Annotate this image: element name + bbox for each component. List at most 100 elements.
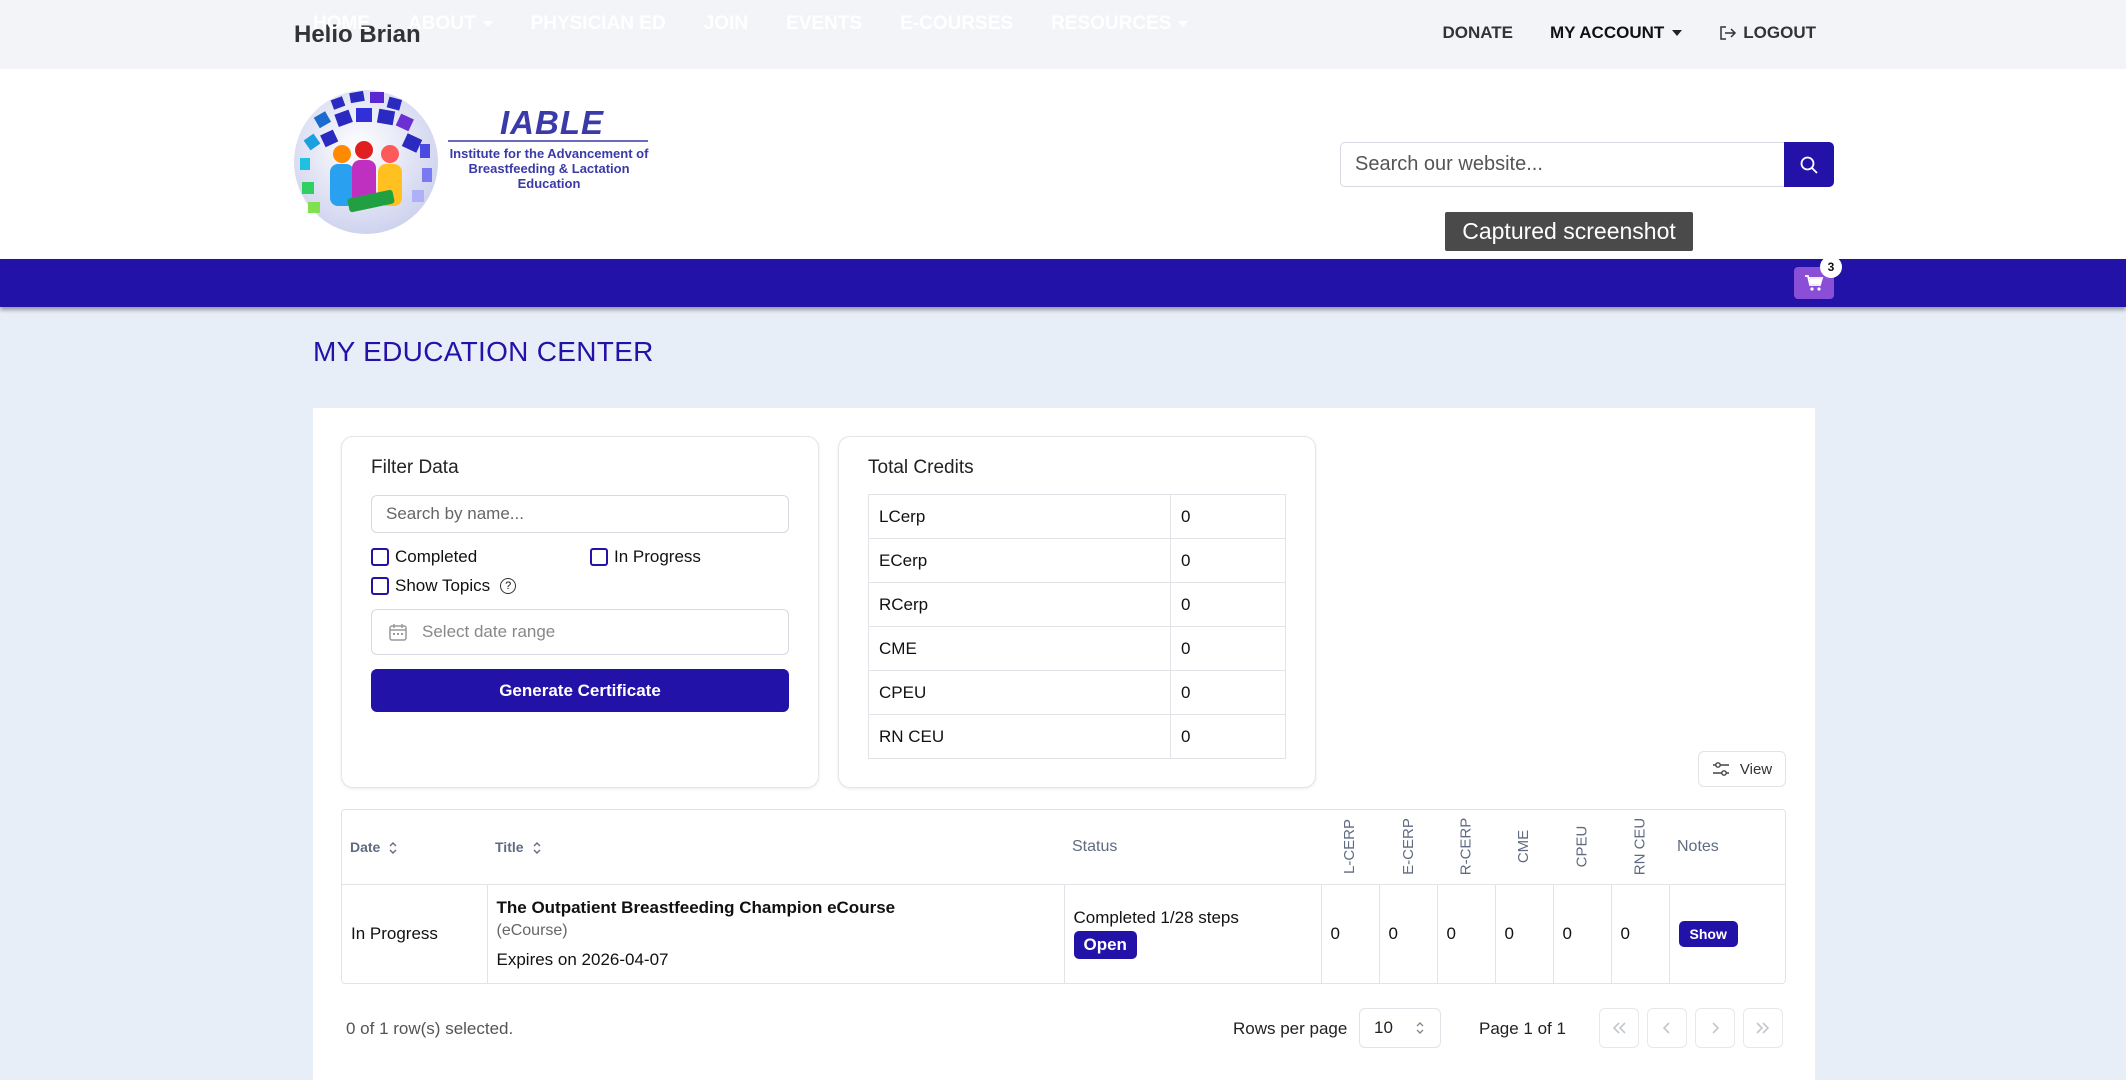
globe-logo-icon (294, 90, 438, 234)
course-type: (eCourse) (496, 921, 568, 939)
nav-resources-label: RESOURCES (1051, 13, 1172, 34)
date-range-picker[interactable]: Select date range (371, 609, 789, 655)
credit-label: RCerp (868, 582, 1171, 627)
site-logo[interactable]: IABLE Institute for the Advancement of B… (292, 86, 652, 242)
show-topics-checkbox[interactable]: Show Topics ? (371, 576, 517, 596)
course-expiry: Expires on 2026-04-07 (496, 949, 669, 969)
header-lcerp: L-CERP (1321, 810, 1379, 885)
site-search-input[interactable] (1340, 142, 1784, 187)
my-account-menu[interactable]: MY ACCOUNT (1550, 23, 1683, 43)
main-nav-items: HOME ABOUT PHYSICIAN ED JOIN EVENTS E-CO… (313, 13, 1189, 35)
in-progress-checkbox[interactable]: In Progress (590, 547, 701, 567)
name-search-input[interactable]: Search by name... (371, 495, 789, 533)
previous-page-button[interactable] (1647, 1008, 1687, 1048)
view-label: View (1739, 760, 1773, 778)
credit-row: LCerp 0 (868, 494, 1286, 539)
header-date[interactable]: Date (342, 810, 487, 885)
cell-rcerp: 0 (1436, 884, 1495, 983)
cart-icon (1805, 275, 1824, 291)
screenshot-tooltip: Captured screenshot (1445, 212, 1693, 251)
chevron-down-icon (1178, 21, 1189, 27)
nav-home[interactable]: HOME (313, 13, 370, 35)
next-page-button[interactable] (1695, 1008, 1735, 1048)
nav-e-courses[interactable]: E-COURSES (900, 13, 1013, 35)
checkbox-box (590, 548, 608, 566)
completed-checkbox[interactable]: Completed (371, 547, 477, 567)
last-page-button[interactable] (1743, 1008, 1783, 1048)
open-course-button[interactable]: Open (1073, 931, 1137, 960)
logo-title: IABLE (500, 104, 604, 141)
chevrons-left-icon (1612, 1022, 1626, 1034)
cell-status: Completed 1/28 steps Open (1063, 884, 1321, 983)
table-row[interactable]: In Progress The Outpatient Breastfeeding… (342, 884, 1785, 983)
credit-value: 0 (1170, 670, 1286, 715)
header-rnceu: RN CEU (1611, 810, 1669, 885)
logout-icon (1720, 26, 1737, 40)
chevron-down-icon (482, 21, 493, 27)
site-search (1340, 142, 1834, 187)
show-notes-button[interactable]: Show (1678, 920, 1738, 947)
header-status: Status (1064, 810, 1321, 885)
selection-info: 0 of 1 row(s) selected. (346, 1019, 514, 1038)
page-title: MY EDUCATION CENTER (313, 336, 654, 367)
credit-value: 0 (1170, 626, 1286, 671)
credit-value: 0 (1170, 582, 1286, 627)
donate-link[interactable]: DONATE (1442, 23, 1513, 43)
nav-about-label: ABOUT (408, 13, 476, 34)
header-notes: Notes (1669, 810, 1785, 885)
cell-cme: 0 (1494, 884, 1553, 983)
cell-lcerp: 0 (1320, 884, 1379, 983)
rows-per-page-value: 10 (1374, 1018, 1393, 1037)
rows-per-page-label: Rows per page (1233, 1019, 1348, 1038)
header-cpeu: CPEU (1553, 810, 1611, 885)
credits-title: Total Credits (868, 457, 974, 478)
completed-label: Completed (395, 547, 478, 566)
course-title: The Outpatient Breastfeeding Champion eC… (496, 897, 896, 917)
header-ecerp-label: E-CERP (1399, 817, 1417, 875)
chevron-down-icon (1672, 30, 1683, 36)
generate-certificate-button[interactable]: Generate Certificate (371, 669, 789, 712)
logo-divider (448, 140, 648, 142)
nav-resources[interactable]: RESOURCES (1051, 13, 1189, 35)
help-icon[interactable]: ? (500, 578, 517, 594)
first-page-button[interactable] (1599, 1008, 1639, 1048)
status-text: Completed 1/28 steps (1073, 908, 1239, 928)
date-range-placeholder: Select date range (422, 622, 556, 641)
header-cme: CME (1495, 810, 1553, 885)
cell-notes: Show (1668, 884, 1785, 983)
credit-value: 0 (1170, 494, 1286, 539)
credit-label: RN CEU (868, 714, 1171, 759)
site-search-button[interactable] (1784, 142, 1834, 187)
rows-per-page-select[interactable]: 10 (1359, 1008, 1441, 1048)
search-icon (1800, 156, 1818, 174)
header-title[interactable]: Title (487, 810, 1064, 885)
header-ecerp: E-CERP (1379, 810, 1437, 885)
nav-join[interactable]: JOIN (704, 13, 748, 35)
nav-events[interactable]: EVENTS (786, 13, 862, 35)
courses-table: Date Title Status L-CERP E-CERP R-CERP C… (341, 809, 1786, 984)
logo-subtitle: Institute for the Advancement of Breastf… (449, 146, 649, 191)
credits-card: Total Credits LCerp 0 ECerp 0 RCerp 0 CME 0 … (838, 436, 1316, 788)
sort-icon (389, 841, 397, 854)
credit-label: CME (868, 626, 1171, 671)
credit-label: CPEU (868, 670, 1171, 715)
cell-rnceu: 0 (1610, 884, 1669, 983)
credit-label: LCerp (868, 494, 1171, 539)
cart-count-badge: 3 (1820, 256, 1842, 278)
credit-row: CPEU 0 (868, 670, 1286, 715)
header-rnceu-label: RN CEU (1631, 817, 1649, 876)
table-header-row: Date Title Status L-CERP E-CERP R-CERP C… (342, 810, 1785, 885)
view-options-button[interactable]: View (1698, 751, 1786, 787)
nav-about[interactable]: ABOUT (408, 13, 493, 35)
nav-physician-ed[interactable]: PHYSICIAN ED (531, 13, 666, 35)
header-cme-label: CME (1515, 829, 1533, 863)
cell-title: The Outpatient Breastfeeding Champion eC… (486, 884, 1064, 983)
header-title-label: Title (495, 838, 524, 855)
chevron-up-down-icon (1416, 1022, 1424, 1034)
cell-cpeu: 0 (1552, 884, 1611, 983)
chevrons-right-icon (1756, 1022, 1770, 1034)
logout-link[interactable]: LOGOUT (1719, 23, 1816, 43)
logout-label: LOGOUT (1743, 23, 1816, 42)
show-topics-label: Show Topics (395, 576, 491, 595)
credit-row: ECerp 0 (868, 538, 1286, 583)
